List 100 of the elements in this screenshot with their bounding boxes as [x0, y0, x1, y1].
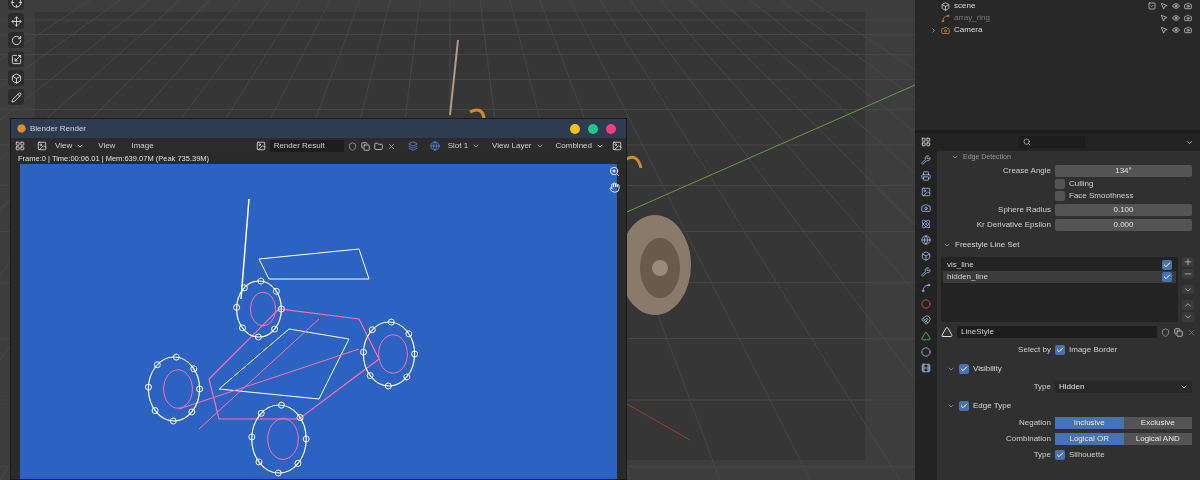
caret-icon — [596, 142, 604, 150]
list-item[interactable]: vis_line — [943, 259, 1176, 271]
copy-icon[interactable] — [360, 141, 370, 151]
scale-tool-icon[interactable] — [8, 51, 24, 67]
transform-tool-icon[interactable] — [8, 70, 24, 86]
caret-icon — [472, 142, 481, 150]
property-tab-icon[interactable] — [921, 283, 931, 293]
property-tab-icon[interactable] — [921, 235, 931, 245]
menu-icon[interactable] — [1182, 284, 1194, 295]
add-icon[interactable] — [1182, 257, 1194, 267]
eye-icon[interactable] — [1172, 14, 1180, 22]
toggle-option[interactable]: Inclusive — [1055, 417, 1124, 429]
chevron-down-icon[interactable] — [947, 365, 955, 373]
move-tool-icon[interactable] — [8, 13, 24, 29]
remove-icon[interactable] — [1182, 268, 1194, 279]
toggle-option[interactable]: Exclusive — [1123, 417, 1192, 429]
editor-type-icon[interactable] — [921, 137, 931, 147]
property-label: Type — [1032, 380, 1051, 393]
eye-icon[interactable] — [1172, 2, 1180, 10]
type-dropdown[interactable]: Hidden — [1055, 380, 1192, 393]
checkbox-label: Culling — [1069, 178, 1094, 190]
checkbox[interactable] — [1055, 191, 1065, 201]
checkbox[interactable] — [1055, 345, 1065, 355]
search-field[interactable] — [1019, 136, 1085, 148]
window-title: Blender Render — [30, 122, 88, 135]
zoom-icon[interactable] — [609, 166, 620, 177]
chevron-down-icon[interactable] — [947, 402, 955, 410]
pass-dropdown[interactable]: Combined — [551, 140, 608, 152]
checkbox[interactable] — [1162, 272, 1172, 282]
move-down-icon[interactable] — [1182, 312, 1194, 322]
property-tab-icon[interactable] — [921, 187, 931, 197]
property-label: Sphere Radius — [997, 203, 1051, 216]
panel-title[interactable]: Freestyle Line Set — [955, 239, 1020, 251]
menu-item[interactable]: View — [92, 140, 122, 152]
maximize-button[interactable] — [588, 123, 598, 134]
property-label: Crease Angle — [1001, 164, 1051, 177]
list-item-label: hidden_line — [947, 271, 989, 283]
property-label: Combination — [1005, 433, 1051, 445]
checkbox[interactable] — [1055, 450, 1065, 460]
checkbox-label: Face Smoothness — [1069, 190, 1134, 202]
number-field[interactable]: 134° — [1055, 164, 1192, 177]
property-tab-icon[interactable] — [921, 203, 931, 213]
channels-icon[interactable] — [612, 141, 622, 151]
overlay-icon[interactable] — [407, 141, 418, 151]
panel-title[interactable]: Visibility — [973, 363, 1002, 375]
outliner-item[interactable]: scene — [954, 0, 1144, 12]
checkbox[interactable] — [1055, 179, 1065, 189]
property-tab-icon[interactable] — [921, 219, 931, 229]
property-tab-icon[interactable] — [921, 363, 931, 373]
rotate-tool-icon[interactable] — [8, 32, 24, 48]
linestyle-field[interactable]: LineStyle — [957, 326, 1157, 338]
eye-icon[interactable] — [1172, 26, 1180, 34]
close-button[interactable] — [606, 123, 616, 134]
close-icon[interactable] — [386, 141, 396, 151]
collection-icon — [941, 1, 950, 11]
menu-item[interactable]: Image — [125, 140, 160, 152]
checkbox[interactable] — [1162, 260, 1172, 270]
shield-icon[interactable] — [1161, 327, 1170, 337]
outliner-item[interactable]: Camera — [954, 24, 1156, 36]
checkbox[interactable] — [959, 401, 969, 411]
property-tab-icon[interactable] — [921, 315, 931, 325]
copy-icon[interactable] — [1174, 327, 1183, 337]
app-logo-icon — [17, 124, 26, 133]
number-field[interactable]: 0.000 — [1055, 218, 1192, 231]
folder-icon[interactable] — [373, 141, 383, 151]
toggle-option[interactable]: Logical AND — [1123, 433, 1192, 445]
property-tab-icon[interactable] — [921, 155, 931, 165]
linestyle-icon[interactable] — [941, 326, 953, 338]
list-item[interactable]: hidden_line — [943, 271, 1176, 283]
chevron-down-icon[interactable] — [943, 241, 951, 249]
checkbox[interactable] — [959, 364, 969, 374]
checkbox-label: Silhouette — [1069, 449, 1106, 461]
view-layer-dropdown[interactable]: View Layer — [488, 140, 548, 152]
image-name-field[interactable]: Render Result — [269, 140, 344, 152]
view-menu[interactable]: View — [51, 140, 89, 152]
minimize-button[interactable] — [570, 123, 580, 134]
curve-icon — [941, 13, 950, 23]
chevron-down-icon[interactable] — [951, 153, 959, 161]
number-field[interactable]: 0.100 — [1055, 203, 1192, 216]
image-mode-icon[interactable] — [37, 141, 47, 151]
search-icon — [1023, 138, 1031, 146]
property-tab-icon[interactable] — [921, 267, 931, 277]
slot-dropdown[interactable]: Slot 1 — [443, 140, 485, 152]
annotate-tool-icon[interactable] — [8, 89, 24, 105]
property-tab-icon[interactable] — [921, 251, 931, 261]
panel-title[interactable]: Edge Type — [973, 400, 1012, 412]
image-browse-icon[interactable] — [255, 141, 266, 151]
property-label: Select by — [1017, 344, 1051, 356]
property-label: Negation — [1017, 417, 1051, 429]
property-tab-icon[interactable] — [921, 171, 931, 181]
caret-icon — [535, 142, 544, 150]
camera-icon — [941, 25, 950, 35]
checkbox-label: Image Border — [1069, 344, 1119, 356]
toggle-option[interactable]: Logical OR — [1055, 433, 1124, 445]
editor-type-icon[interactable] — [15, 141, 25, 151]
pan-icon[interactable] — [609, 182, 620, 193]
shield-icon[interactable] — [347, 141, 357, 151]
checkbox-icon[interactable] — [1148, 2, 1156, 10]
move-up-icon[interactable] — [1182, 300, 1194, 311]
property-label: Kr Derivative Epsilon — [975, 218, 1051, 231]
